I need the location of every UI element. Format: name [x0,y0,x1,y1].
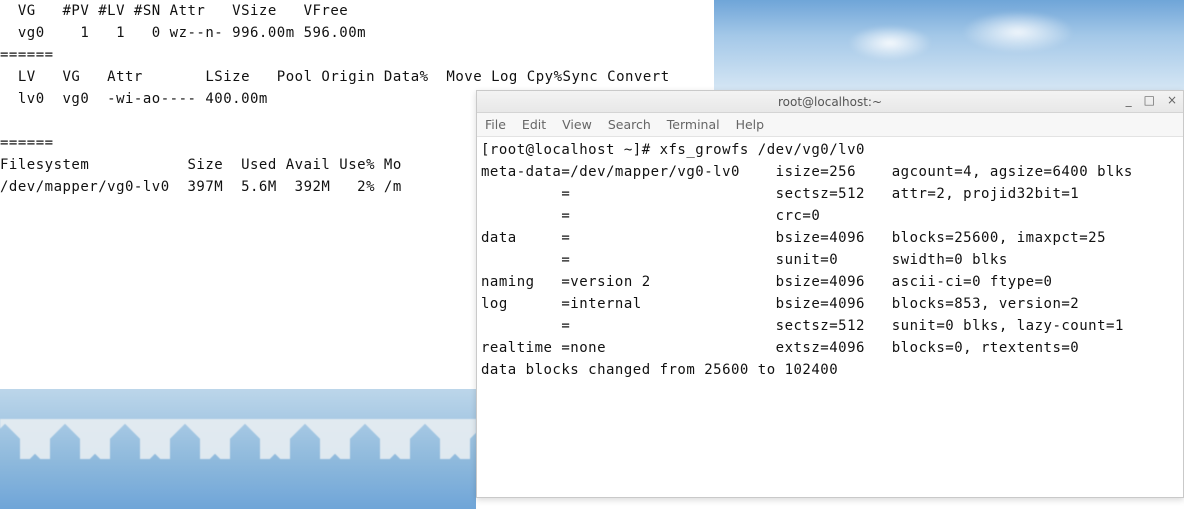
close-button[interactable]: × [1167,93,1177,107]
window-controls: _ □ × [1126,93,1177,107]
menu-terminal[interactable]: Terminal [667,117,720,132]
menu-bar: File Edit View Search Terminal Help [477,113,1183,137]
terminal-window: root@localhost:~ _ □ × File Edit View Se… [476,90,1184,498]
menu-help[interactable]: Help [736,117,765,132]
window-titlebar[interactable]: root@localhost:~ _ □ × [477,91,1183,113]
desktop-background-sky [714,0,1184,90]
menu-search[interactable]: Search [608,117,651,132]
window-title: root@localhost:~ [778,95,882,109]
menu-view[interactable]: View [562,117,592,132]
desktop-background-mountains [0,389,476,509]
terminal-right-output[interactable]: [root@localhost ~]# xfs_growfs /dev/vg0/… [477,137,1183,497]
menu-file[interactable]: File [485,117,506,132]
menu-edit[interactable]: Edit [522,117,546,132]
minimize-button[interactable]: _ [1126,93,1132,107]
maximize-button[interactable]: □ [1144,93,1155,107]
